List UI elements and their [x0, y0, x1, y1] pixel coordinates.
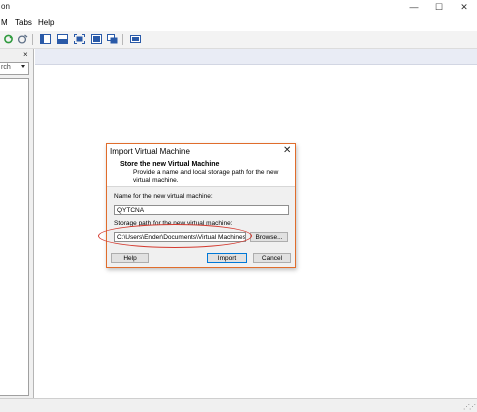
dialog-header-description: Provide a name and local storage path fo… — [133, 169, 279, 184]
toolbar-separator — [122, 34, 123, 45]
preview-icon[interactable] — [130, 34, 141, 44]
cancel-button[interactable]: Cancel — [253, 253, 291, 263]
machine-list-panel: × rch — [0, 49, 34, 398]
storage-path-input[interactable]: C:\Users\Ender\Documents\Virtual Machine… — [114, 232, 246, 242]
window-titlebar: on — ☐ ✕ — [0, 0, 477, 16]
minimize-icon: — — [409, 2, 419, 12]
name-label: Name for the new virtual machine: — [114, 193, 213, 200]
discard-icon[interactable] — [17, 34, 28, 44]
dialog-header-title: Store the new Virtual Machine — [120, 161, 220, 168]
window-title: on — [1, 2, 10, 11]
close-window-button[interactable]: ✕ — [452, 0, 476, 14]
toolbar-separator — [32, 34, 33, 45]
import-button[interactable]: Import — [207, 253, 247, 263]
maximize-icon: ☐ — [434, 2, 444, 12]
dialog-titlebar: Import Virtual Machine ✕ — [107, 144, 295, 158]
help-button[interactable]: Help — [111, 253, 149, 263]
menu-machine[interactable]: M — [1, 18, 8, 27]
fullscreen-icon[interactable] — [74, 34, 85, 44]
search-field-text: rch — [1, 64, 11, 71]
maximize-button[interactable]: ☐ — [427, 0, 451, 14]
main-header-band — [35, 49, 477, 65]
resize-grip-icon[interactable]: ⋰⋰ — [463, 403, 476, 411]
dialog-header: Store the new Virtual Machine Provide a … — [107, 158, 295, 187]
close-icon: ✕ — [460, 2, 468, 12]
vm-name-input[interactable]: QYTCNA — [114, 205, 289, 215]
browse-button[interactable]: Browse... — [250, 232, 288, 242]
import-vm-dialog: Import Virtual Machine ✕ Store the new V… — [106, 143, 296, 268]
snapshots-icon[interactable] — [57, 34, 68, 44]
close-panel-icon[interactable]: × — [23, 50, 28, 59]
menu-tabs[interactable]: Tabs — [15, 18, 32, 27]
search-field[interactable]: rch — [0, 62, 29, 75]
dialog-title: Import Virtual Machine — [110, 147, 190, 156]
refresh-icon[interactable] — [3, 34, 14, 44]
seamless-icon[interactable] — [91, 34, 102, 44]
menubar: M Tabs Help — [0, 17, 477, 31]
minimize-button[interactable]: — — [402, 0, 426, 14]
status-bar: ⋰⋰ — [0, 398, 477, 412]
dialog-close-icon[interactable]: ✕ — [283, 145, 291, 156]
details-icon[interactable] — [40, 34, 51, 44]
storage-path-label: Storage path for the new virtual machine… — [114, 220, 233, 227]
toolbar — [0, 31, 477, 49]
machine-list[interactable] — [0, 78, 29, 396]
clone-icon[interactable] — [107, 34, 118, 44]
menu-help[interactable]: Help — [38, 18, 54, 27]
chevron-down-icon[interactable] — [21, 65, 25, 68]
